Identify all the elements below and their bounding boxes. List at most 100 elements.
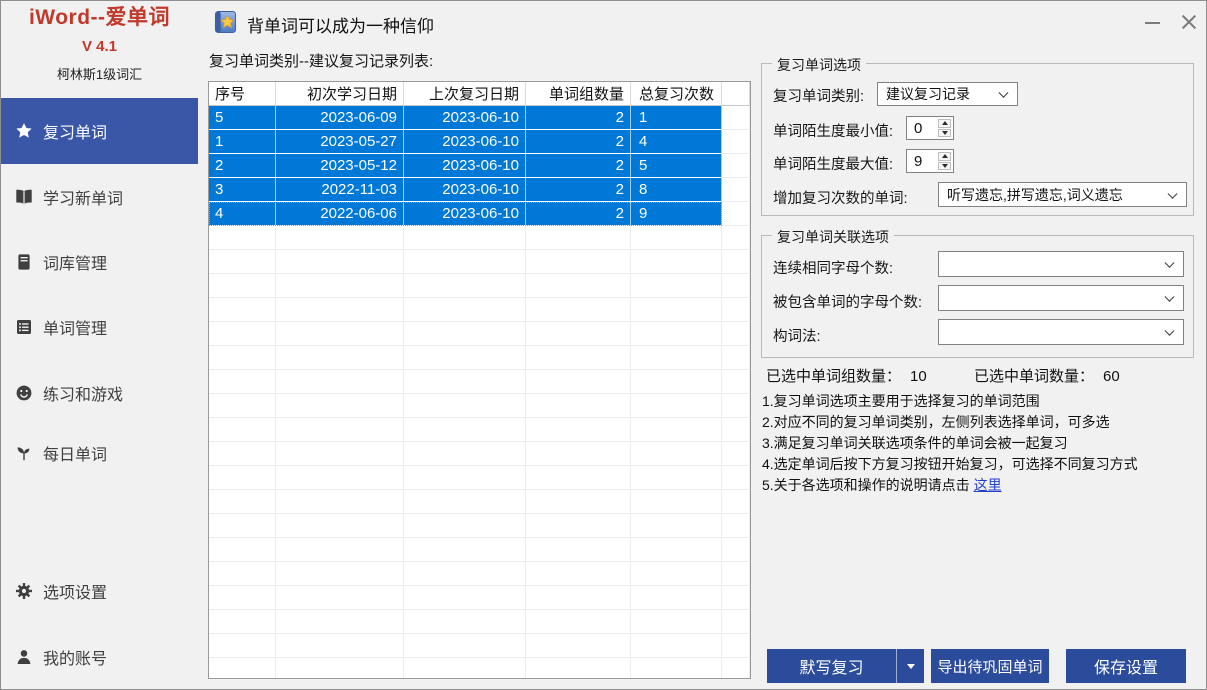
app-title: iWord--爱单词 — [1, 1, 198, 31]
export-button[interactable]: 导出待巩固单词 — [931, 649, 1049, 683]
gear-icon — [15, 582, 33, 600]
extra-review-select[interactable]: 听写遗忘,拼写遗忘,词义遗忘 — [938, 182, 1187, 207]
empty-cell — [404, 298, 526, 322]
extra-review-label: 增加复习次数的单词: — [773, 187, 908, 208]
empty-cell — [209, 370, 276, 394]
instruction-line: 1.复习单词选项主要用于选择复习的单词范围 — [762, 391, 1202, 412]
category-label: 复习单词类别: — [773, 85, 864, 106]
empty-cell — [526, 346, 631, 370]
empty-cell — [404, 466, 526, 490]
spin-down-icon[interactable] — [938, 129, 951, 138]
empty-cell — [722, 418, 750, 442]
min-strangeness-stepper[interactable]: 0 — [906, 116, 954, 140]
empty-cell — [404, 490, 526, 514]
empty-cell — [526, 658, 631, 679]
empty-cell — [404, 250, 526, 274]
dictation-review-button[interactable]: 默写复习 — [767, 649, 896, 683]
table-row[interactable]: 42022-06-062023-06-1029 — [209, 202, 750, 226]
column-header[interactable]: 总复习次数 — [631, 82, 722, 106]
empty-cell — [722, 442, 750, 466]
spin-up-icon[interactable] — [938, 119, 951, 128]
empty-cell — [209, 274, 276, 298]
empty-cell — [526, 442, 631, 466]
table-cell: 2023-06-10 — [404, 106, 526, 130]
spin-up-icon[interactable] — [938, 152, 951, 161]
column-header[interactable]: 单词组数量 — [526, 82, 631, 106]
spin-down-icon[interactable] — [938, 162, 951, 171]
table-cell: 4 — [631, 130, 722, 154]
min-strangeness-label: 单词陌生度最小值: — [773, 120, 893, 141]
empty-row — [209, 250, 750, 274]
table-cell: 2 — [526, 202, 631, 226]
sidebar-item-smiley[interactable]: 练习和游戏 — [1, 360, 198, 426]
empty-cell — [209, 394, 276, 418]
empty-cell — [631, 250, 722, 274]
empty-cell — [276, 226, 404, 250]
table-cell: 2 — [526, 130, 631, 154]
table-cell: 2023-06-10 — [404, 130, 526, 154]
dictation-review-split-button[interactable]: 默写复习 — [767, 649, 924, 683]
empty-cell — [722, 370, 750, 394]
same-letters-select[interactable] — [938, 251, 1184, 277]
empty-cell — [631, 634, 722, 658]
sidebar-item-list[interactable]: 单词管理 — [1, 294, 198, 360]
table-row[interactable]: 22023-05-122023-06-1025 — [209, 154, 750, 178]
sidebar-item-star[interactable]: 复习单词 — [1, 98, 198, 164]
empty-cell — [276, 298, 404, 322]
column-header[interactable]: 序号 — [209, 82, 276, 106]
review-mode-dropdown-button[interactable] — [896, 649, 924, 683]
empty-cell — [631, 610, 722, 634]
empty-cell — [526, 538, 631, 562]
instruction-text: 5.关于各选项和操作的说明请点击 — [762, 477, 974, 493]
empty-cell — [209, 418, 276, 442]
minimize-button[interactable] — [1142, 11, 1164, 33]
group-title: 复习单词关联选项 — [772, 227, 894, 247]
empty-cell — [526, 274, 631, 298]
table-cell: 2 — [209, 154, 276, 178]
sidebar-item-label: 练习和游戏 — [43, 381, 123, 405]
empty-cell — [722, 634, 750, 658]
empty-cell — [631, 322, 722, 346]
empty-cell — [722, 658, 750, 679]
table-row[interactable]: 32022-11-032023-06-1028 — [209, 178, 750, 202]
empty-cell — [276, 250, 404, 274]
empty-cell — [209, 442, 276, 466]
column-header[interactable]: 上次复习日期 — [404, 82, 526, 106]
app-window: iWord--爱单词 V 4.1 柯林斯1级词汇 复习单词学习新单词词库管理单词… — [0, 0, 1207, 690]
table-cell: 2023-06-10 — [404, 178, 526, 202]
column-header[interactable]: 初次学习日期 — [276, 82, 404, 106]
table-cell-spacer — [722, 202, 750, 226]
empty-cell — [404, 370, 526, 394]
empty-cell — [404, 538, 526, 562]
empty-cell — [276, 490, 404, 514]
table-cell: 3 — [209, 178, 276, 202]
sidebar-item-open-book[interactable]: 学习新单词 — [1, 164, 198, 230]
sidebar-item-book[interactable]: 词库管理 — [1, 229, 198, 295]
table-cell: 9 — [631, 202, 722, 226]
empty-cell — [722, 586, 750, 610]
empty-row — [209, 658, 750, 679]
sidebar-item-gear[interactable]: 选项设置 — [1, 558, 198, 624]
save-settings-button[interactable]: 保存设置 — [1066, 649, 1186, 683]
morphology-select[interactable] — [938, 319, 1184, 345]
close-button[interactable] — [1178, 11, 1200, 33]
category-select[interactable]: 建议复习记录 — [877, 82, 1018, 106]
table-row[interactable]: 12023-05-272023-06-1024 — [209, 130, 750, 154]
dropdown-arrow-icon — [907, 664, 915, 669]
empty-cell — [722, 322, 750, 346]
empty-row — [209, 418, 750, 442]
empty-cell — [276, 634, 404, 658]
table-row[interactable]: 52023-06-092023-06-1021 — [209, 106, 750, 130]
same-letters-label: 连续相同字母个数: — [773, 257, 893, 278]
help-link[interactable]: 这里 — [974, 477, 1002, 493]
sidebar-item-seedling[interactable]: 每日单词 — [1, 420, 198, 486]
contained-letters-select[interactable] — [938, 285, 1184, 311]
empty-row — [209, 562, 750, 586]
empty-cell — [276, 394, 404, 418]
table-cell: 2 — [526, 154, 631, 178]
empty-cell — [526, 394, 631, 418]
sidebar-item-user[interactable]: 我的账号 — [1, 624, 198, 690]
max-strangeness-stepper[interactable]: 9 — [906, 149, 954, 173]
empty-row — [209, 514, 750, 538]
table-cell: 2 — [526, 178, 631, 202]
